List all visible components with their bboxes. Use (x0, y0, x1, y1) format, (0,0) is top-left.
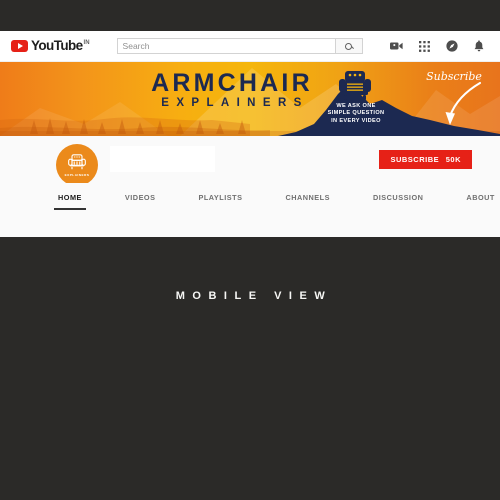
mobile-preview-section: MOBILE VIEW (0, 237, 500, 500)
youtube-play-icon (11, 40, 28, 52)
tab-discussion[interactable]: DISCUSSION (373, 186, 423, 210)
search-input[interactable] (116, 38, 335, 54)
mobile-view-heading: MOBILE VIEW (175, 290, 333, 302)
video-camera-icon[interactable] (390, 41, 403, 51)
youtube-logo[interactable]: YouTube IN (11, 38, 90, 53)
tagline-line-3: IN EVERY VIDEO (331, 117, 381, 124)
tab-videos[interactable]: VIDEOS (125, 186, 156, 210)
channel-avatar[interactable]: EXPLAINERS (56, 144, 98, 186)
tab-playlists[interactable]: PLAYLISTS (198, 186, 242, 210)
channel-name-placeholder (110, 146, 215, 172)
tab-about[interactable]: ABOUT (466, 186, 494, 210)
search-button[interactable] (334, 38, 363, 54)
compass-icon[interactable] (446, 40, 458, 52)
tab-channels[interactable]: CHANNELS (285, 186, 330, 210)
apps-grid-icon[interactable] (419, 40, 430, 52)
channel-banner: ARMCHAIR EXPLAINERS WE ASK ONE SIMPLE QU… (0, 62, 500, 136)
avatar-label: EXPLAINERS (64, 172, 90, 177)
banner-tagline: WE ASK ONE SIMPLE QUESTION IN EVERY VIDE… (310, 103, 402, 125)
tagline-line-1: WE ASK ONE (336, 103, 376, 109)
desktop-preview: YouTube IN Search ARMCHAIR EXPLAINERS WE… (0, 31, 500, 237)
channel-tab-bar: HOME VIDEOS PLAYLISTS CHANNELS DISCUSSIO… (0, 183, 500, 213)
channel-info-row: EXPLAINERS SUBSCRIBE 50K (0, 136, 500, 186)
search-icon (345, 42, 353, 50)
curved-arrow-icon (445, 81, 482, 125)
top-dark-band (0, 0, 500, 31)
subscribe-button-label: SUBSCRIBE (390, 155, 440, 164)
bell-icon[interactable] (474, 40, 484, 52)
tab-home[interactable]: HOME (54, 186, 86, 210)
search-bar (116, 38, 363, 54)
youtube-locale-superscript: IN (83, 40, 90, 46)
tagline-line-2: SIMPLE QUESTION (327, 110, 385, 117)
header-icon-group (390, 40, 490, 52)
subscriber-count: 50K (445, 155, 461, 164)
armchair-icon (68, 154, 86, 170)
youtube-logo-text: YouTube (31, 38, 83, 53)
armchair-icon (339, 71, 371, 100)
subscribe-button[interactable]: SUBSCRIBE 50K (379, 150, 472, 169)
youtube-header-bar: YouTube IN (0, 31, 500, 62)
